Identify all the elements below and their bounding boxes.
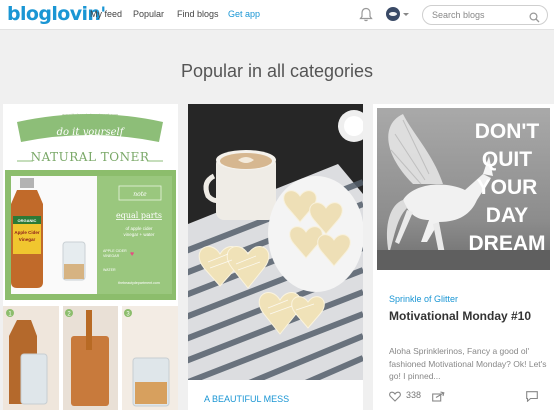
poster-word-1: DON'T bbox=[475, 120, 540, 143]
svg-text:of apple cider: of apple cider bbox=[125, 226, 153, 231]
comment-icon[interactable] bbox=[526, 389, 538, 407]
callout-water: WATER bbox=[103, 268, 116, 272]
post-excerpt: Aloha Sprinklerinos, Fancy a good ol' fa… bbox=[389, 346, 547, 381]
note-title: note bbox=[133, 191, 147, 198]
bottle-label-top: ORGANIC bbox=[18, 218, 37, 223]
post-source[interactable]: A BEAUTIFUL MESS bbox=[204, 394, 289, 404]
post-card[interactable]: www.thebeautydepartment.com do it yourse… bbox=[3, 104, 178, 410]
svg-text:APPLE CIDER: APPLE CIDER bbox=[103, 249, 127, 253]
top-bar: bloglovin' My feed Popular Find blogs Ge… bbox=[0, 0, 554, 30]
nav-popular[interactable]: Popular bbox=[133, 9, 164, 19]
post-image[interactable]: DON'T QUIT YOUR DAY DREAM bbox=[373, 104, 554, 274]
heart-icon[interactable] bbox=[389, 389, 401, 407]
svg-text:Apple Cider: Apple Cider bbox=[14, 230, 40, 235]
note-body: equal parts bbox=[116, 211, 162, 220]
poster-word-5: DREAM bbox=[469, 232, 546, 255]
post-card[interactable]: DON'T QUIT YOUR DAY DREAM Sprinkle of Gl… bbox=[373, 104, 554, 410]
banner-title: NATURAL TONER bbox=[31, 150, 150, 164]
svg-text:Vinegar: Vinegar bbox=[19, 237, 36, 242]
svg-text:vinegar + water: vinegar + water bbox=[124, 232, 155, 237]
script-title: do it yourself bbox=[57, 127, 126, 138]
avatar-icon[interactable] bbox=[386, 7, 400, 21]
nav-my-feed[interactable]: My feed bbox=[90, 9, 122, 19]
post-image[interactable] bbox=[188, 104, 363, 380]
search-box bbox=[422, 5, 548, 25]
poster-word-3: YOUR bbox=[477, 176, 538, 199]
share-icon[interactable] bbox=[432, 389, 445, 407]
svg-text:♥: ♥ bbox=[130, 251, 134, 258]
search-input[interactable] bbox=[432, 9, 528, 21]
poster-word-2: QUIT bbox=[482, 148, 532, 171]
page-title: Popular in all categories bbox=[180, 61, 374, 81]
search-icon[interactable] bbox=[529, 10, 540, 28]
like-count: 338 bbox=[406, 390, 422, 400]
poster-word-4: DAY bbox=[486, 204, 528, 227]
svg-text:VINEGAR: VINEGAR bbox=[103, 254, 120, 258]
image-credit: thebeautydepartment.com bbox=[118, 281, 160, 285]
post-source[interactable]: Sprinkle of Glitter bbox=[389, 294, 458, 304]
bell-icon[interactable] bbox=[359, 7, 373, 27]
chevron-down-icon[interactable] bbox=[403, 13, 409, 16]
post-card[interactable]: A BEAUTIFUL MESS bbox=[188, 104, 363, 410]
nav-find-blogs[interactable]: Find blogs bbox=[177, 9, 219, 19]
post-image[interactable]: www.thebeautydepartment.com do it yourse… bbox=[3, 104, 178, 410]
post-title[interactable]: Motivational Monday #10 bbox=[389, 309, 544, 324]
nav-get-app[interactable]: Get app bbox=[228, 9, 260, 19]
